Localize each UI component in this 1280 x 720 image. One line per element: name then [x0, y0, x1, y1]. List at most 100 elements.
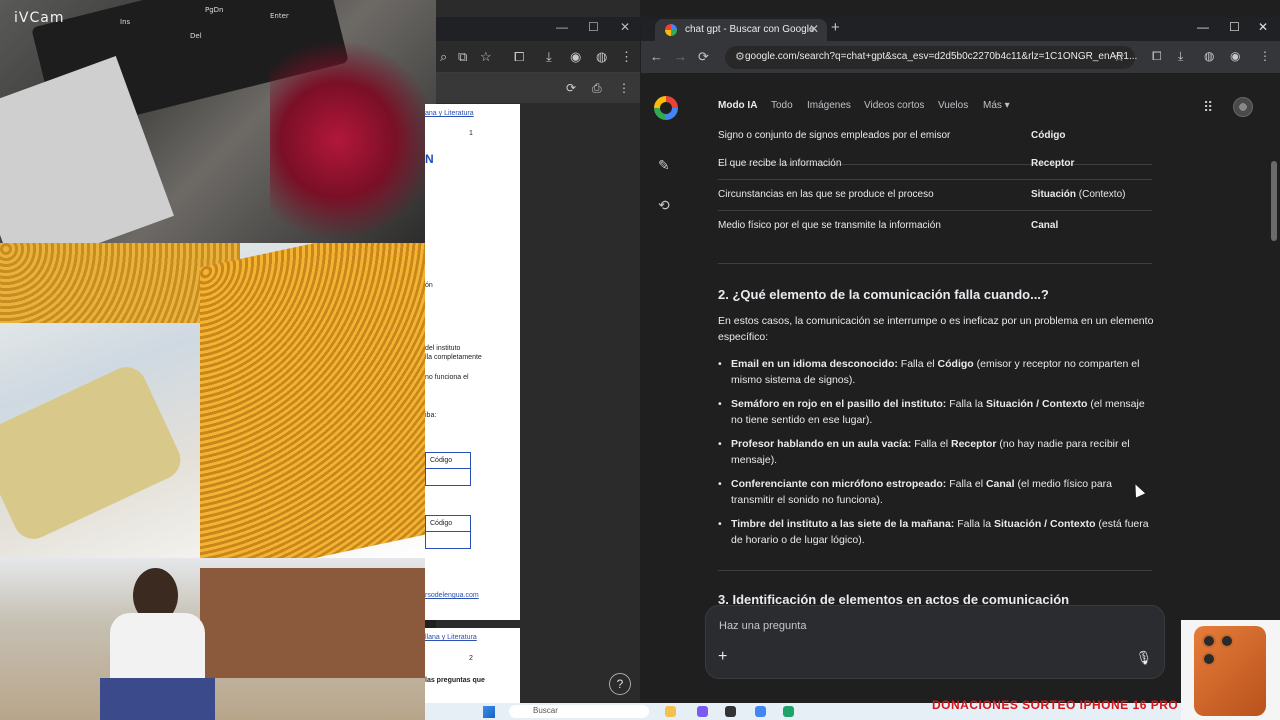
- doc-cell: Código: [426, 516, 470, 532]
- maximize-icon[interactable]: ☐: [1229, 20, 1240, 34]
- extension-icon[interactable]: ◍: [1204, 49, 1214, 63]
- profile-icon[interactable]: ◉: [570, 49, 581, 65]
- download-icon[interactable]: ⤓: [546, 49, 552, 65]
- phone-body: [1194, 626, 1266, 716]
- list-item: Email en un idioma desconocido: Falla el…: [718, 356, 1158, 388]
- windows-start-icon[interactable]: [483, 706, 495, 718]
- tab-videos-cortos[interactable]: Videos cortos: [864, 100, 924, 111]
- star-icon[interactable]: ☆: [480, 49, 492, 65]
- lens-icon[interactable]: ⌕: [440, 49, 447, 65]
- forward-icon[interactable]: →: [674, 49, 687, 64]
- phone-image: [1181, 620, 1280, 720]
- history-icon[interactable]: ⟲: [658, 197, 670, 214]
- back-icon[interactable]: ←: [650, 49, 663, 64]
- table-cell-description: Circunstancias en las que se produce el …: [718, 189, 934, 200]
- new-chat-icon[interactable]: ✎: [658, 157, 670, 174]
- extension-icon[interactable]: ◍: [596, 49, 607, 65]
- doc-link[interactable]: rsodelengua.com: [425, 592, 479, 599]
- pdf-toolbar: ⟳ ⎙ ⋮: [436, 73, 640, 103]
- case-element: Receptor: [950, 438, 997, 450]
- list-item: Timbre del instituto a las siete de la m…: [718, 516, 1158, 548]
- search-results-page: ✎ ⟲ Modo IA Todo Imágenes Videos cortos …: [641, 73, 1280, 703]
- list-item: Semáforo en rojo en el pasillo del insti…: [718, 396, 1158, 428]
- more-icon[interactable]: ⋮: [618, 81, 630, 95]
- case-text: Falla el: [911, 438, 951, 450]
- microphone-icon[interactable]: 🎙: [1135, 650, 1152, 666]
- close-icon[interactable]: ✕: [1258, 20, 1268, 34]
- case-title: Profesor hablando en un aula vacía:: [731, 438, 912, 450]
- game-capture-gta: [0, 558, 425, 720]
- table-cell-element: Canal: [1031, 220, 1058, 231]
- google-logo-icon[interactable]: [654, 96, 678, 120]
- doc-line: lla completamente: [425, 354, 482, 361]
- taskbar-search[interactable]: Buscar: [509, 705, 649, 718]
- navigation-bar: ← → ⟳ ⚙ google.com/search?q=chat+gpt&sca…: [641, 41, 1280, 73]
- chrome-icon[interactable]: [755, 706, 766, 717]
- close-tab-icon[interactable]: ✕: [809, 22, 819, 36]
- google-apps-icon[interactable]: ⠿: [1203, 99, 1213, 116]
- profile-icon[interactable]: ◉: [1230, 49, 1240, 63]
- case-text: Falla el: [946, 478, 986, 490]
- site-info-icon[interactable]: ⚙: [735, 50, 745, 63]
- table-cell-description: Signo o conjunto de signos empleados por…: [718, 130, 951, 141]
- minimize-icon[interactable]: —: [556, 20, 568, 34]
- tab-mas[interactable]: Más ▾: [983, 100, 1010, 111]
- table-row: Medio físico por el que se transmite la …: [718, 211, 1152, 242]
- list-item: Profesor hablando en un aula vacía: Fall…: [718, 436, 1158, 468]
- key-label: Enter: [270, 12, 289, 20]
- screenshot-icon[interactable]: ⧉: [458, 49, 467, 65]
- game-hand: [0, 360, 187, 546]
- doc-page-number: 1: [469, 130, 473, 137]
- bookmark-star-icon[interactable]: ☆: [1113, 49, 1125, 65]
- case-text: Falla la: [946, 398, 986, 410]
- element-extra: (Contexto): [1076, 189, 1126, 200]
- tab-google-search[interactable]: chat gpt - Buscar con Google ✕: [655, 19, 827, 41]
- minimize-icon[interactable]: —: [1197, 20, 1209, 34]
- tab-title: chat gpt - Buscar con Google: [685, 24, 815, 35]
- download-icon[interactable]: ⤓: [1178, 49, 1183, 64]
- game-wall: [200, 243, 425, 558]
- section-intro: En estos casos, la comunicación se inter…: [718, 315, 1154, 343]
- case-element: Situación / Contexto: [985, 398, 1088, 410]
- document-page: ana y Literatura 1 N ón del instituto ll…: [425, 104, 520, 620]
- app-icon[interactable]: [697, 706, 708, 717]
- ask-input[interactable]: Haz una pregunta + 🎙: [705, 605, 1165, 679]
- help-button[interactable]: ?: [609, 673, 631, 695]
- avatar[interactable]: [1233, 97, 1253, 117]
- scrollbar[interactable]: [1271, 161, 1277, 241]
- promo-banner: DONACIONES SORTEO IPHONE 16 PRO: [932, 698, 1179, 712]
- tab-strip: chat gpt - Buscar con Google ✕ + — ☐ ✕: [641, 17, 1280, 41]
- new-tab-icon[interactable]: +: [831, 19, 840, 36]
- google-favicon-icon: [665, 24, 677, 36]
- doc-heading: N: [425, 152, 434, 166]
- main-browser-window: chat gpt - Buscar con Google ✕ + — ☐ ✕ ←…: [641, 17, 1280, 703]
- background-browser-window: — ☐ ✕ ⌕ ⧉ ☆ ⧠ ⤓ ◉ ◍ ⋮ ⟳ ⎙ ⋮ ana y Litera…: [425, 0, 640, 703]
- tab-todo[interactable]: Todo: [771, 100, 793, 111]
- edge-icon[interactable]: [783, 706, 794, 717]
- menu-icon[interactable]: ⋮: [620, 49, 633, 65]
- extensions-icon[interactable]: ⧠: [1152, 49, 1162, 64]
- address-bar[interactable]: ⚙ google.com/search?q=chat+gpt&sca_esv=d…: [725, 46, 1137, 69]
- tab-vuelos[interactable]: Vuelos: [938, 100, 968, 111]
- print-icon[interactable]: ⎙: [592, 81, 602, 96]
- tab-modo-ia[interactable]: Modo IA: [718, 100, 757, 111]
- table-row: El que recibe la información Receptor: [718, 149, 1152, 180]
- reload-icon[interactable]: ⟳: [698, 49, 709, 65]
- tab-imagenes[interactable]: Imágenes: [807, 100, 851, 111]
- maximize-icon[interactable]: ☐: [588, 20, 599, 34]
- webcam-watermark: iVCam: [14, 10, 65, 26]
- key-label: Ins: [120, 18, 131, 26]
- file-explorer-icon[interactable]: [665, 706, 676, 717]
- add-icon[interactable]: +: [718, 648, 727, 666]
- element-name: Código: [1031, 130, 1066, 141]
- table-cell-element: Receptor: [1031, 158, 1074, 169]
- rotate-icon[interactable]: ⟳: [566, 81, 576, 95]
- doc-header: llana y Literatura: [425, 634, 477, 641]
- case-title: Conferenciante con micrófono estropeado:: [731, 478, 947, 490]
- extensions-icon[interactable]: ⧠: [514, 49, 524, 65]
- table-cell-element: Código: [1031, 130, 1065, 141]
- close-icon[interactable]: ✕: [620, 20, 630, 34]
- menu-icon[interactable]: ⋮: [1259, 49, 1271, 63]
- app-icon[interactable]: [725, 706, 736, 717]
- table-cell-element: Situación (Contexto): [1031, 189, 1125, 200]
